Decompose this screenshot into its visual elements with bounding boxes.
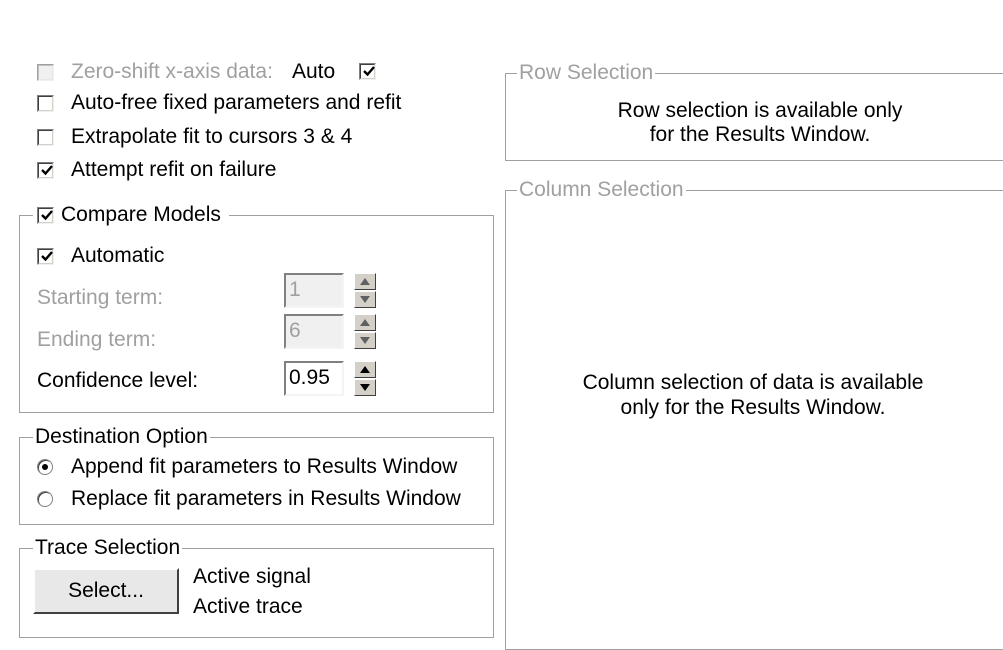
row-selection-line1: Row selection is available only: [617, 99, 903, 122]
active-trace-text: Active trace: [193, 595, 303, 618]
column-selection-title: Column Selection: [517, 178, 686, 201]
spin-up-button[interactable]: [354, 361, 376, 378]
trace-selection-title: Trace Selection: [33, 536, 183, 559]
spin-up-button[interactable]: [354, 273, 376, 290]
replace-label: Replace fit parameters in Results Window: [71, 487, 461, 510]
extrapolate-checkbox[interactable]: [37, 129, 54, 146]
row-selection-line2: for the Results Window.: [649, 123, 871, 146]
compare-models-checkbox[interactable]: [37, 207, 54, 224]
select-button[interactable]: Select...: [33, 568, 179, 614]
attempt-refit-label: Attempt refit on failure: [71, 158, 277, 181]
extrapolate-label: Extrapolate fit to cursors 3 & 4: [71, 125, 353, 148]
starting-term-label: Starting term:: [37, 286, 164, 309]
starting-term-spinner[interactable]: [354, 273, 376, 308]
append-label: Append fit parameters to Results Window: [71, 455, 458, 478]
auto-label: Auto: [292, 60, 336, 83]
arrow-down-icon: [360, 296, 370, 303]
checkmark-icon: [41, 165, 53, 176]
active-signal-text: Active signal: [193, 565, 311, 588]
zero-shift-checkbox[interactable]: [37, 64, 54, 81]
ending-term-input[interactable]: 6: [284, 314, 344, 349]
checkmark-icon: [41, 210, 53, 221]
arrow-down-icon: [360, 384, 370, 391]
checkmark-icon: [41, 251, 53, 262]
automatic-checkbox[interactable]: [37, 248, 54, 265]
attempt-refit-checkbox[interactable]: [37, 162, 54, 179]
checkmark-icon: [363, 66, 375, 77]
auto-free-label: Auto-free fixed parameters and refit: [71, 91, 402, 114]
starting-term-input[interactable]: 1: [284, 273, 344, 308]
row-selection-title: Row Selection: [517, 61, 656, 84]
arrow-down-icon: [360, 337, 370, 344]
zero-shift-label: Zero-shift x-axis data:: [71, 60, 273, 83]
ending-term-label: Ending term:: [37, 328, 157, 351]
confidence-level-input[interactable]: 0.95: [284, 361, 344, 396]
compare-models-legend: Compare Models: [33, 204, 229, 226]
radio-dot-icon: [42, 464, 48, 470]
arrow-up-icon: [360, 278, 370, 285]
column-selection-line2: only for the Results Window.: [620, 396, 886, 419]
spin-down-button[interactable]: [354, 379, 376, 396]
replace-radio[interactable]: [37, 491, 53, 507]
arrow-up-icon: [360, 366, 370, 373]
auto-checkbox[interactable]: [359, 63, 376, 80]
spin-down-button[interactable]: [354, 332, 376, 349]
automatic-label: Automatic: [71, 244, 165, 267]
destination-option-title: Destination Option: [33, 425, 210, 448]
auto-free-checkbox[interactable]: [37, 95, 54, 112]
ending-term-spinner[interactable]: [354, 314, 376, 349]
column-selection-line1: Column selection of data is available: [582, 371, 924, 394]
confidence-level-label: Confidence level:: [37, 369, 199, 392]
arrow-up-icon: [360, 319, 370, 326]
compare-models-label: Compare Models: [61, 203, 221, 226]
spin-up-button[interactable]: [354, 314, 376, 331]
spin-down-button[interactable]: [354, 291, 376, 308]
confidence-level-spinner[interactable]: [354, 361, 376, 396]
append-radio[interactable]: [37, 459, 53, 475]
